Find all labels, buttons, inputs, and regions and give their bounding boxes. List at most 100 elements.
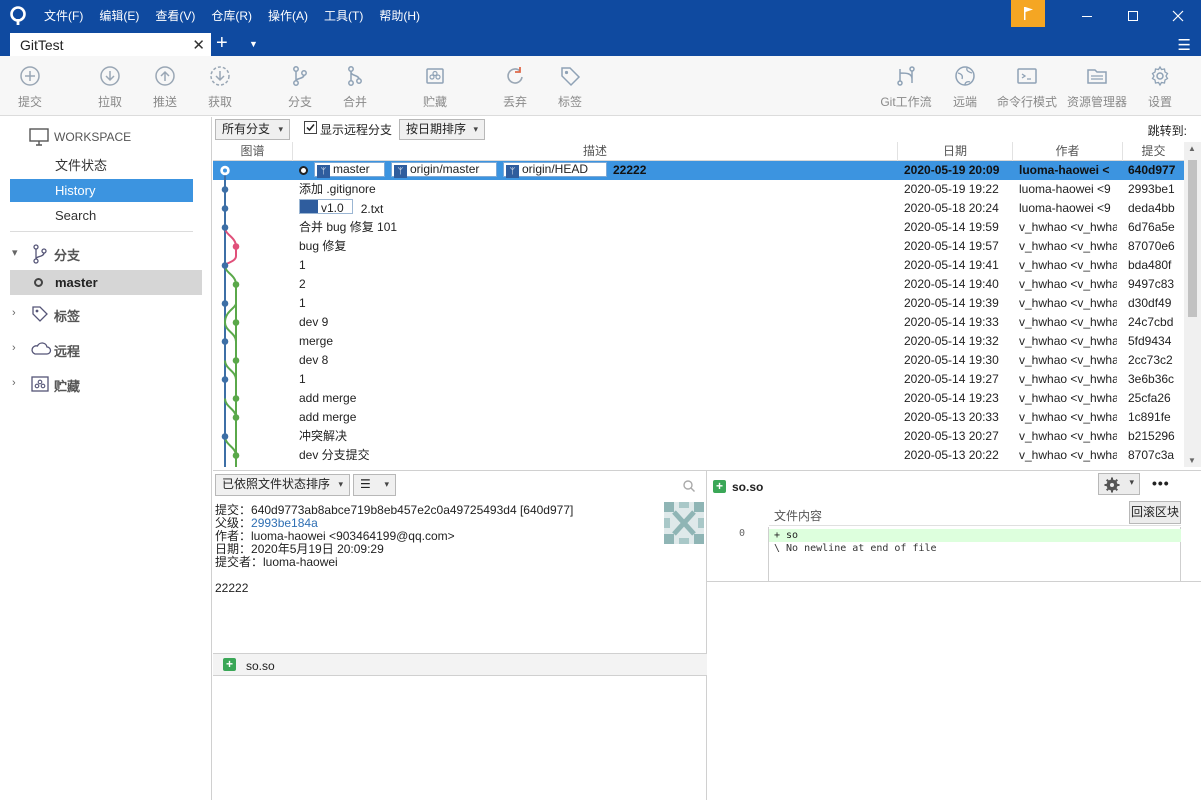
more-options-icon[interactable]: ••• — [1152, 475, 1170, 491]
table-row[interactable]: add merge 2020-05-14 19:23 v_hwhao <v_hwha… — [213, 389, 1184, 408]
commit-description: merge — [299, 334, 334, 348]
table-row[interactable]: 添加 .gitignore 2020-05-19 19:22 luoma-haowe… — [213, 180, 1184, 199]
show-remote-checkbox[interactable] — [304, 121, 317, 134]
ref-badge-origin-head[interactable]: ᛘ origin/HEAD — [503, 162, 607, 178]
menu-actions[interactable]: 操作(A) — [260, 0, 316, 32]
table-row[interactable]: dev 8 2020-05-14 19:30 v_hwhao <v_hwha 2cc7… — [213, 351, 1184, 370]
pull-label: 拉取 — [97, 95, 122, 109]
commit-hash: 5fd9434 — [1128, 334, 1172, 348]
table-row[interactable]: 1 2020-05-14 19:27 v_hwhao <v_hwha 3e6b36c — [213, 370, 1184, 389]
terminal-button[interactable]: 命令行模式 — [993, 56, 1061, 116]
commit-author: v_hwhao <v_hwha — [1019, 448, 1117, 462]
scroll-down-icon[interactable]: ▼ — [1188, 456, 1196, 465]
changed-file-item[interactable]: + so.so — [213, 653, 707, 676]
table-row[interactable]: bug 修复 2020-05-14 19:57 v_hwhao <v_hwha 870… — [213, 237, 1184, 256]
menu-view[interactable]: 查看(V) — [147, 0, 203, 32]
tab-repository[interactable]: GitTest ✕ — [10, 33, 211, 56]
menu-edit[interactable]: 编辑(E) — [91, 0, 147, 32]
tab-menu-chevron-down-icon[interactable]: ▼ — [249, 39, 258, 49]
commit-button[interactable]: 提交 — [2, 56, 58, 116]
fetch-button[interactable]: 获取 — [192, 56, 248, 116]
diff-no-newline-line: \ No newline at end of file — [774, 543, 937, 554]
menu-tools[interactable]: 工具(T) — [316, 0, 371, 32]
branch-icon — [33, 244, 47, 264]
discard-button[interactable]: 丢弃 — [487, 56, 543, 116]
avatar — [664, 502, 704, 544]
close-button[interactable] — [1155, 0, 1201, 32]
table-row[interactable]: 1 2020-05-14 19:41 v_hwhao <v_hwha bda480f — [213, 256, 1184, 275]
table-row[interactable]: merge 2020-05-14 19:32 v_hwhao <v_hwha 5fd9… — [213, 332, 1184, 351]
pull-button[interactable]: 拉取 — [82, 56, 138, 116]
commit-author: v_hwhao <v_hwha — [1019, 372, 1117, 386]
scroll-up-icon[interactable]: ▲ — [1188, 144, 1196, 153]
menu-help[interactable]: 帮助(H) — [371, 0, 428, 32]
commit-message: 22222 — [215, 581, 249, 595]
column-date[interactable]: 日期 — [898, 142, 1013, 161]
settings-button[interactable]: 设置 — [1132, 56, 1188, 116]
rollback-hunk-button[interactable]: 回滚区块 — [1129, 501, 1181, 524]
tag-button[interactable]: 标签 — [542, 56, 598, 116]
parent-link[interactable]: 2993be184a — [251, 516, 318, 530]
sidebar-item-search[interactable]: Search — [10, 204, 193, 227]
commit-description: 2 — [299, 277, 306, 291]
sidebar-item-file-status[interactable]: 文件状态 — [10, 154, 193, 177]
history-scrollbar[interactable]: ▲ ▼ — [1184, 142, 1201, 467]
sidebar-item-branch-master[interactable]: master — [10, 270, 202, 295]
push-button[interactable]: 推送 — [137, 56, 193, 116]
column-graph[interactable]: 图谱 — [213, 142, 293, 161]
sidebar-section-branches[interactable]: ▾ 分支 — [0, 242, 212, 266]
sidebar-section-stashes[interactable]: › 贮藏 — [0, 373, 212, 397]
column-description[interactable]: 描述 — [293, 142, 898, 161]
chevron-right-icon: › — [12, 307, 16, 319]
file-sort-dropdown[interactable]: 已依照文件状态排序 ▾ — [215, 474, 350, 496]
search-icon[interactable] — [682, 479, 696, 493]
table-row[interactable]: add merge 2020-05-13 20:33 v_hwhao <v_hwha… — [213, 408, 1184, 427]
menu-repository[interactable]: 仓库(R) — [203, 0, 260, 32]
stash-button[interactable]: 贮藏 — [407, 56, 463, 116]
sidebar-item-history[interactable]: History — [10, 179, 193, 202]
gitflow-button[interactable]: Git工作流 — [873, 56, 939, 116]
branch-button[interactable]: 分支 — [272, 56, 328, 116]
hamburger-menu-icon[interactable]: ☰ — [1178, 36, 1191, 54]
ref-badge-origin-master[interactable]: ᛘ origin/master — [391, 162, 497, 178]
stash-box-icon — [31, 376, 49, 392]
notification-flag-button[interactable] — [1011, 0, 1045, 27]
add-tab-icon[interactable]: + — [216, 33, 228, 53]
branches-heading: 分支 — [54, 248, 81, 263]
branch-filter-dropdown[interactable]: 所有分支 ▾ — [215, 119, 290, 140]
current-branch-icon — [34, 278, 43, 287]
menu-file[interactable]: 文件(F) — [36, 0, 91, 32]
monitor-icon — [29, 128, 49, 146]
sidebar-section-tags[interactable]: › 标签 — [0, 303, 212, 327]
tag-badge-v1-0[interactable]: v1.0 — [299, 199, 353, 215]
table-row[interactable]: 合并 bug 修复 101 2020-05-14 19:59 v_hwhao <v_… — [213, 218, 1184, 237]
sort-dropdown[interactable]: 按日期排序 ▾ — [399, 119, 485, 140]
minimize-button[interactable] — [1064, 0, 1110, 32]
commit-hash: 87070e6 — [1128, 239, 1175, 253]
jump-to-label[interactable]: 跳转到: — [1148, 122, 1187, 139]
commit-hash: bda480f — [1128, 258, 1172, 272]
diff-options-dropdown[interactable]: ▾ — [1098, 473, 1140, 495]
table-row[interactable]: dev 分支提交 2020-05-13 20:22 v_hwhao <v_hwha 8… — [213, 446, 1184, 465]
table-row[interactable]: 2 2020-05-14 19:40 v_hwhao <v_hwha 9497c83 — [213, 275, 1184, 294]
commit-author: v_hwhao <v_hwha — [1019, 220, 1117, 234]
sidebar-section-remotes[interactable]: › 远程 — [0, 338, 212, 362]
scrollbar-thumb[interactable] — [1188, 160, 1197, 317]
table-row[interactable]: 1 2020-05-14 19:39 v_hwhao <v_hwha d30df49 — [213, 294, 1184, 313]
table-row[interactable]: 冲突解决 2020-05-13 20:27 v_hwhao <v_hwha b2152… — [213, 427, 1184, 446]
merge-button[interactable]: 合并 — [327, 56, 383, 116]
explorer-button[interactable]: 资源管理器 — [1063, 56, 1131, 116]
column-author[interactable]: 作者 — [1013, 142, 1123, 161]
commit-description: 1 — [299, 258, 306, 272]
remote-button[interactable]: 远端 — [937, 56, 993, 116]
ref-badge-master[interactable]: ᛘ master — [314, 162, 385, 178]
branch-label: 分支 — [287, 95, 312, 109]
commit-hash: 2993be1 — [1128, 182, 1175, 196]
maximize-button[interactable] — [1110, 0, 1156, 32]
table-row[interactable]: v1.0 2.txt 2020-05-18 20:24 luoma-haowei <… — [213, 199, 1184, 218]
tab-close-icon[interactable]: ✕ — [192, 36, 205, 54]
view-mode-dropdown[interactable]: ☰ ▾ — [353, 474, 396, 496]
table-row[interactable]: dev 9 2020-05-14 19:33 v_hwhao <v_hwha 24c7… — [213, 313, 1184, 332]
table-row[interactable]: ᛘ master ᛘ origin/master ᛘ origin/HEAD 22222 2… — [213, 161, 1184, 180]
column-commit[interactable]: 提交 — [1123, 142, 1184, 161]
